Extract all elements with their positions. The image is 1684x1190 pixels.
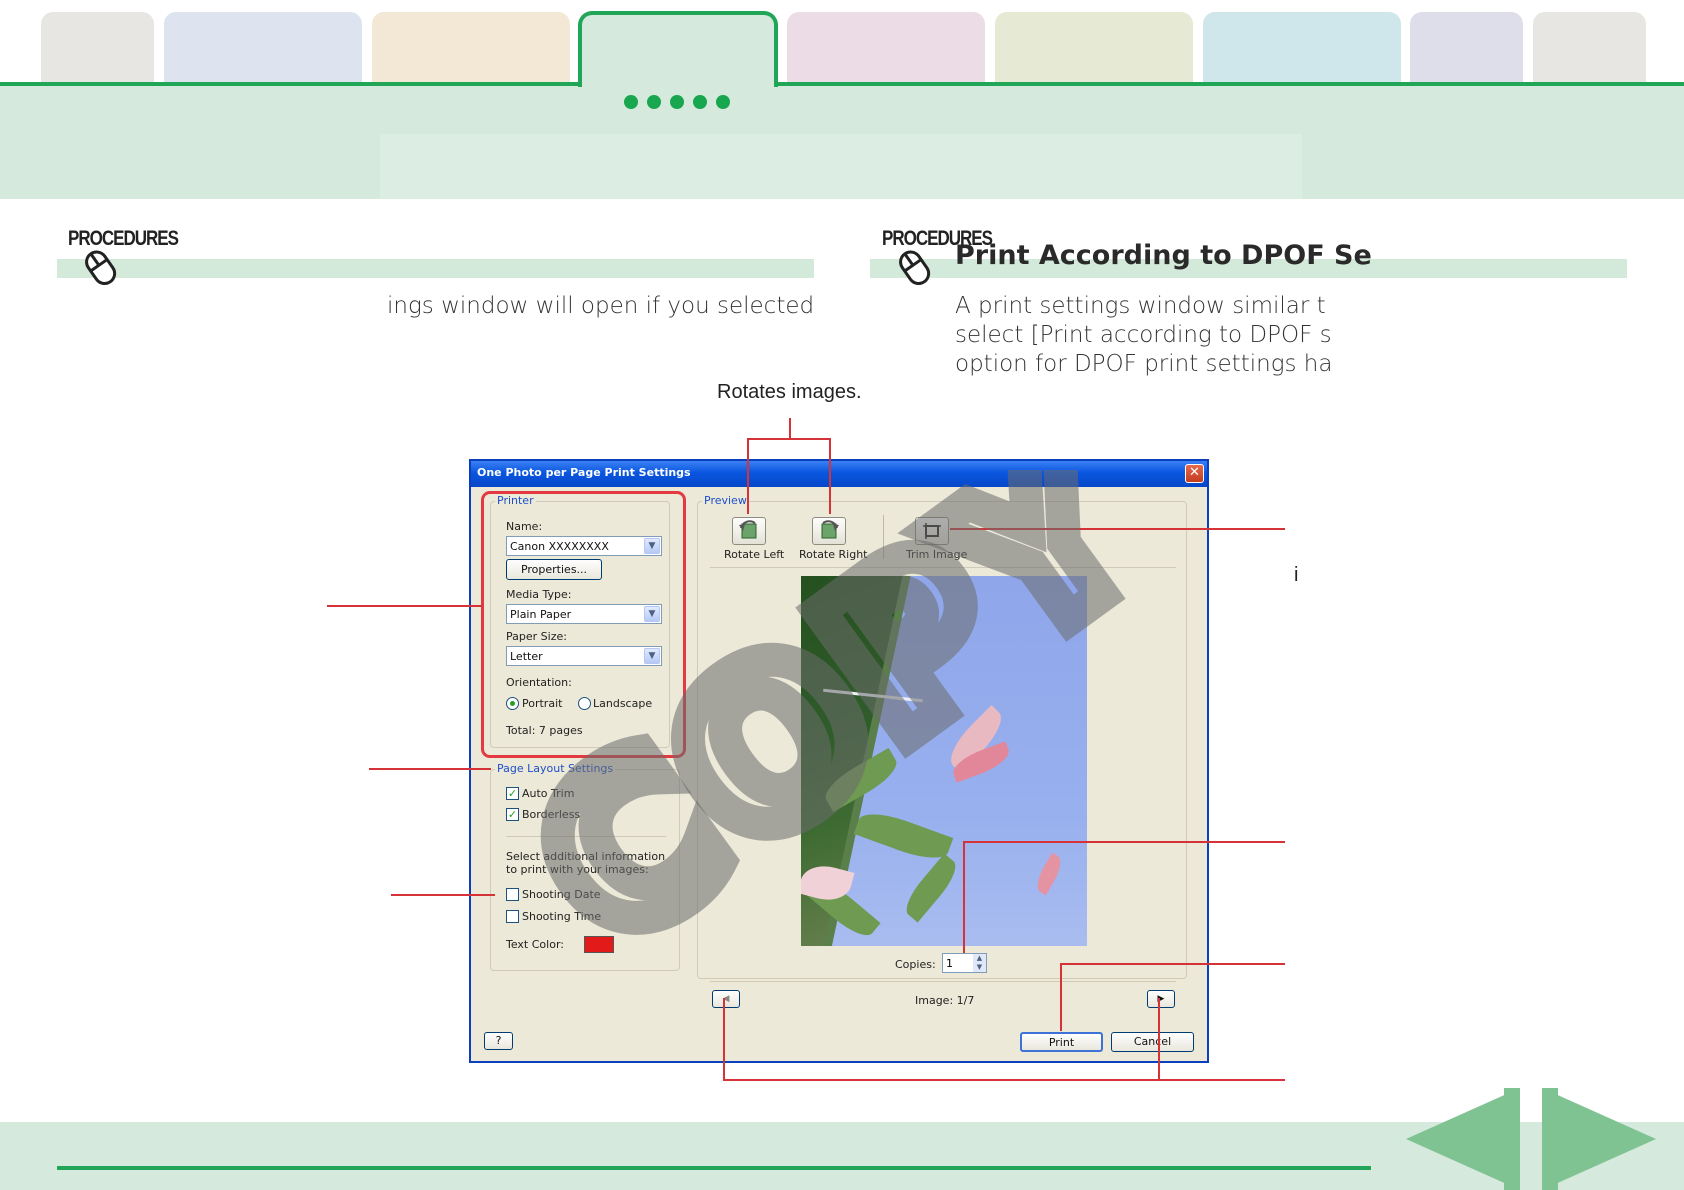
preview-image: [801, 576, 1087, 946]
previous-page-arrow-stem[interactable]: [1504, 1088, 1520, 1190]
preview-bottom-divider: [710, 981, 1176, 982]
previous-image-button[interactable]: ◀: [712, 990, 740, 1008]
toolbar-divider: [710, 567, 1176, 568]
preview-legend: Preview: [702, 494, 749, 507]
page-dot: [716, 95, 730, 109]
callout-fragment: i: [1294, 564, 1299, 586]
callout-line: [723, 1079, 1285, 1081]
toolbar-separator: [883, 515, 884, 559]
header-divider: [0, 82, 1684, 86]
next-image-button[interactable]: ▶: [1147, 990, 1175, 1008]
callout-line: [829, 438, 831, 514]
borderless-label: Borderless: [522, 808, 581, 821]
callout-line: [950, 528, 1285, 530]
shooting-time-label: Shooting Time: [522, 910, 602, 923]
page-layout-legend: Page Layout Settings: [495, 762, 616, 775]
left-heading-bar: [57, 259, 814, 278]
additional-info-line-2: to print with your images:: [506, 863, 649, 876]
trim-icon: [923, 523, 941, 539]
right-body-line-2: select [Print according to DPOF s: [955, 322, 1332, 348]
image-counter: Image: 1/7: [915, 994, 975, 1007]
stepper-buttons[interactable]: ▲ ▼: [973, 954, 986, 972]
right-section-title: Print According to DPOF Se: [955, 240, 1372, 271]
left-body-text: ings window will open if you selected: [387, 293, 815, 319]
rotate-right-icon: [821, 520, 839, 539]
print-button[interactable]: Print: [1020, 1032, 1103, 1052]
nav-tab-1[interactable]: [41, 12, 154, 82]
nav-tab-8[interactable]: [1410, 12, 1523, 82]
nav-tab-3[interactable]: [372, 12, 570, 82]
auto-trim-checkbox[interactable]: ✓: [506, 787, 519, 800]
rotate-right-label: Rotate Right: [799, 548, 868, 561]
callout-line: [723, 998, 725, 1080]
callout-line: [1060, 963, 1062, 1031]
callout-line: [963, 841, 965, 953]
page-dot: [670, 95, 684, 109]
right-body-line-1: A print settings window similar t: [955, 293, 1326, 319]
callout-line: [963, 841, 1285, 843]
text-color-label: Text Color:: [506, 938, 564, 951]
rotate-callout-label: Rotates images.: [717, 381, 862, 403]
trim-image-label: Trim Image: [906, 548, 968, 561]
footer-divider: [57, 1166, 1371, 1170]
cancel-button[interactable]: Cancel: [1111, 1032, 1194, 1052]
shooting-time-checkbox[interactable]: [506, 910, 519, 923]
previous-page-arrow-icon[interactable]: [1406, 1088, 1520, 1190]
nav-tab-5[interactable]: [787, 12, 985, 82]
manual-page: PROCEDURES ings window will open if you …: [0, 0, 1684, 1190]
nav-tab-6[interactable]: [995, 12, 1193, 82]
callout-line: [327, 605, 482, 607]
trim-image-button[interactable]: [915, 517, 949, 545]
help-button[interactable]: ?: [484, 1032, 513, 1050]
page-dot: [647, 95, 661, 109]
copies-label: Copies:: [895, 958, 936, 971]
nav-tab-9[interactable]: [1533, 12, 1646, 82]
callout-line: [391, 894, 495, 896]
copies-stepper[interactable]: 1 ▲ ▼: [942, 953, 987, 973]
nav-tab-2[interactable]: [164, 12, 362, 82]
additional-info-line-1: Select additional information: [506, 850, 666, 863]
nav-tab-active[interactable]: [578, 11, 778, 87]
right-body-line-3: option for DPOF print settings ha: [955, 351, 1333, 377]
mouse-icon: [85, 250, 117, 285]
nav-tab-7[interactable]: [1203, 12, 1401, 82]
mouse-icon: [899, 250, 931, 285]
rotate-left-label: Rotate Left: [724, 548, 785, 561]
dialog-titlebar[interactable]: One Photo per Page Print Settings ✕: [471, 461, 1207, 487]
dialog-title: One Photo per Page Print Settings: [477, 466, 691, 479]
callout-line: [369, 768, 491, 770]
header-band-inner: [380, 134, 1302, 199]
page-dot: [693, 95, 707, 109]
callout-line: [747, 438, 749, 514]
layout-divider: [506, 836, 666, 837]
callout-line: [1060, 963, 1285, 965]
rotate-left-icon: [739, 520, 757, 539]
callout-line: [1158, 998, 1160, 1080]
callout-line: [747, 438, 830, 440]
printer-highlight-frame: [481, 491, 686, 758]
shooting-date-checkbox[interactable]: [506, 888, 519, 901]
copies-value: 1: [946, 957, 953, 970]
rotate-right-button[interactable]: [812, 517, 846, 545]
borderless-checkbox[interactable]: ✓: [506, 808, 519, 821]
page-dot: [624, 95, 638, 109]
auto-trim-label: Auto Trim: [522, 787, 575, 800]
rotate-left-button[interactable]: [732, 517, 766, 545]
shooting-date-label: Shooting Date: [522, 888, 601, 901]
close-button[interactable]: ✕: [1185, 464, 1204, 483]
next-page-arrow-icon[interactable]: [1542, 1088, 1656, 1190]
callout-line: [789, 418, 791, 438]
page-dots-indicator: [624, 95, 730, 109]
text-color-swatch[interactable]: [584, 936, 614, 953]
